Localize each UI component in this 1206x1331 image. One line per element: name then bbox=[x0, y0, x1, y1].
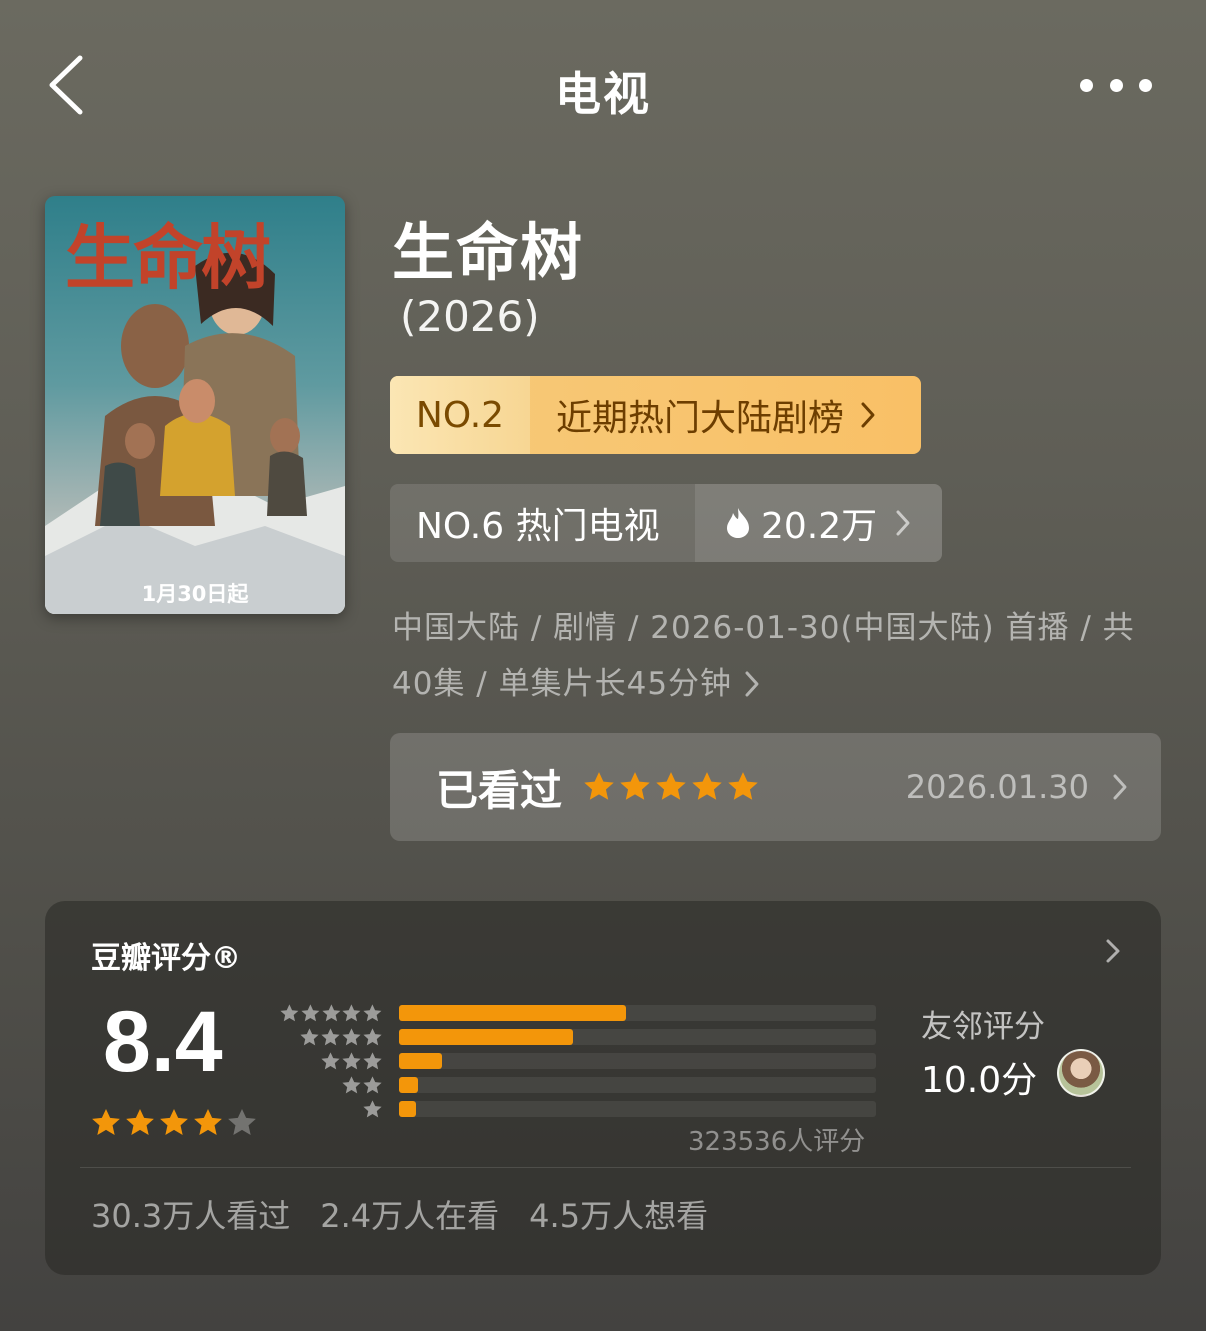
distribution-bar bbox=[399, 1029, 573, 1045]
star-icon bbox=[301, 1003, 320, 1021]
star-icon bbox=[160, 1109, 188, 1135]
distribution-bar bbox=[399, 1053, 442, 1069]
star-icon bbox=[363, 1075, 382, 1093]
chevron-right-icon bbox=[745, 671, 759, 697]
stat-watching[interactable]: 2.4万人在看 bbox=[320, 1191, 499, 1237]
distribution-track bbox=[399, 1053, 876, 1069]
my-rating-bar[interactable]: 已看过 2026.01.30 bbox=[390, 733, 1161, 841]
page-title: 电视 bbox=[555, 67, 651, 121]
meta-line-1: 中国大陆 / 剧情 / 2026-01-30(中国大陆) 首播 / 共 bbox=[392, 610, 1135, 646]
rating-score: 8.4 bbox=[103, 994, 223, 1090]
friend-rating-label: 友邻评分 bbox=[921, 1009, 1045, 1045]
star-icon bbox=[363, 1099, 382, 1117]
rating-count: 323536人评分 bbox=[688, 1127, 866, 1157]
distribution-bar bbox=[399, 1077, 419, 1093]
show-year: (2026) bbox=[400, 292, 540, 341]
distribution-row-2-star bbox=[279, 1073, 876, 1097]
star-icon bbox=[342, 1051, 361, 1069]
distribution-track bbox=[399, 1101, 876, 1117]
star-icon bbox=[321, 1003, 341, 1021]
poster-title-art: 生命树 bbox=[65, 216, 271, 299]
star-icon bbox=[321, 1051, 340, 1069]
distribution-star-label bbox=[279, 1099, 383, 1120]
distribution-bar bbox=[399, 1101, 417, 1117]
distribution-track bbox=[399, 1005, 876, 1021]
friend-rating-score: 10.0分 bbox=[921, 1060, 1038, 1101]
stat-want[interactable]: 4.5万人想看 bbox=[529, 1191, 708, 1237]
distribution-track bbox=[399, 1077, 876, 1093]
star-icon bbox=[363, 1027, 382, 1045]
distribution-star-label bbox=[279, 1027, 383, 1048]
star-icon bbox=[728, 772, 758, 800]
star-icon bbox=[620, 772, 650, 800]
star-icon bbox=[584, 772, 614, 800]
distribution-star-label bbox=[279, 1051, 383, 1072]
star-icon bbox=[194, 1109, 222, 1135]
more-icon[interactable] bbox=[1080, 72, 1152, 98]
star-icon bbox=[692, 772, 722, 800]
star-icon bbox=[363, 1003, 382, 1021]
divider bbox=[80, 1167, 1131, 1168]
star-icon bbox=[342, 1027, 361, 1045]
rank-badge-hot-tv[interactable]: NO.6 热门电视 20.2万 bbox=[390, 484, 942, 562]
watched-date: 2026.01.30 bbox=[905, 768, 1089, 806]
rank-list-label: 近期热门大陆剧榜 bbox=[556, 398, 845, 439]
poster-release-date: 1月30日起 bbox=[141, 582, 249, 606]
star-icon bbox=[363, 1051, 382, 1069]
douban-rating-card[interactable]: 豆瓣评分® 8.4 323536人评分 友邻评分 10.0分 30.3万人看过 … bbox=[45, 901, 1161, 1275]
star-icon bbox=[321, 1027, 340, 1045]
heat-count: 20.2万 bbox=[761, 506, 878, 547]
rating-stars bbox=[90, 1107, 258, 1139]
watched-status: 已看过 bbox=[436, 765, 563, 815]
star-icon bbox=[92, 1109, 120, 1135]
show-meta-info[interactable]: 中国大陆 / 剧情 / 2026-01-30(中国大陆) 首播 / 共 40集 … bbox=[392, 600, 1162, 712]
stat-watched[interactable]: 30.3万人看过 bbox=[91, 1191, 290, 1237]
distribution-star-label bbox=[279, 1075, 383, 1096]
show-title: 生命树 bbox=[392, 216, 585, 289]
distribution-row-1-star bbox=[279, 1097, 876, 1121]
distribution-bar bbox=[399, 1005, 626, 1021]
my-rating-stars bbox=[582, 770, 760, 804]
rating-distribution bbox=[279, 1001, 876, 1121]
distribution-row-3-star bbox=[279, 1049, 876, 1073]
meta-line-2: 40集 / 单集片长45分钟 bbox=[392, 666, 733, 702]
audience-stats: 30.3万人看过 2.4万人在看 4.5万人想看 bbox=[91, 1191, 708, 1237]
rank-list-link: 近期热门大陆剧榜 bbox=[530, 376, 921, 454]
heat-value: 20.2万 bbox=[695, 484, 942, 562]
friend-avatar[interactable] bbox=[1057, 1049, 1105, 1097]
poster-image[interactable]: 生命树 1月30日起 bbox=[45, 196, 345, 614]
chevron-right-icon bbox=[1106, 939, 1120, 963]
star-icon bbox=[280, 1003, 299, 1021]
star-icon bbox=[342, 1003, 361, 1021]
distribution-row-5-star bbox=[279, 1001, 876, 1025]
rank-badge-hot-mainland[interactable]: NO.2 近期热门大陆剧榜 bbox=[390, 376, 921, 454]
chevron-right-icon bbox=[1113, 774, 1127, 800]
chevron-right-icon bbox=[861, 402, 875, 428]
star-icon bbox=[300, 1027, 319, 1045]
fire-icon bbox=[727, 508, 749, 538]
rank-number: NO.2 bbox=[390, 376, 530, 454]
star-icon bbox=[126, 1109, 154, 1135]
distribution-star-label bbox=[279, 1003, 383, 1024]
distribution-row-4-star bbox=[279, 1025, 876, 1049]
star-icon bbox=[656, 772, 686, 800]
star-icon bbox=[228, 1109, 256, 1135]
chevron-right-icon bbox=[896, 510, 910, 536]
hot-tv-rank: NO.6 热门电视 bbox=[416, 506, 660, 547]
star-icon bbox=[342, 1075, 361, 1093]
distribution-track bbox=[399, 1029, 876, 1045]
rating-card-title: 豆瓣评分® bbox=[91, 941, 241, 976]
